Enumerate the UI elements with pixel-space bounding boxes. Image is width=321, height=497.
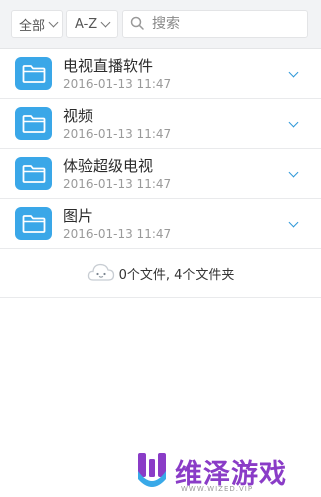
watermark-logo: 维泽游戏 WWW.WIZED.VIP <box>135 451 287 493</box>
folder-date: 2016-01-13 11:47 <box>63 227 172 241</box>
watermark-logo-icon <box>135 451 169 491</box>
search-icon <box>130 15 144 34</box>
toolbar: 全部 A-Z <box>0 0 321 48</box>
list-item[interactable]: 图片 2016-01-13 11:47 <box>0 199 321 249</box>
folder-date: 2016-01-13 11:47 <box>63 177 172 191</box>
folder-icon <box>15 107 52 140</box>
file-count-summary: 0个文件, 4个文件夹 <box>0 249 321 298</box>
folder-name: 电视直播软件 <box>63 57 154 75</box>
filter-label: 全部 <box>19 18 46 34</box>
sort-dropdown[interactable]: A-Z <box>66 10 118 38</box>
search-input[interactable] <box>150 15 294 33</box>
folder-icon <box>15 207 52 240</box>
list-item[interactable]: 视频 2016-01-13 11:47 <box>0 99 321 149</box>
folder-date: 2016-01-13 11:47 <box>63 77 172 91</box>
search-box[interactable] <box>122 10 308 38</box>
chevron-down-icon[interactable] <box>288 167 299 178</box>
folder-date: 2016-01-13 11:47 <box>63 127 172 141</box>
chevron-down-icon[interactable] <box>288 217 299 228</box>
folder-icon <box>15 157 52 190</box>
folder-name: 体验超级电视 <box>63 157 154 175</box>
watermark-subtext: WWW.WIZED.VIP <box>181 485 254 493</box>
folder-name: 视频 <box>63 107 94 125</box>
folder-icon <box>15 57 52 90</box>
chevron-down-icon <box>100 17 111 28</box>
folder-name: 图片 <box>63 207 94 225</box>
sort-label: A-Z <box>75 16 98 32</box>
chevron-down-icon <box>48 17 59 28</box>
chevron-down-icon[interactable] <box>288 117 299 128</box>
list-item[interactable]: 体验超级电视 2016-01-13 11:47 <box>0 149 321 199</box>
folder-list: 电视直播软件 2016-01-13 11:47 视频 2016-01-13 11… <box>0 49 321 249</box>
chevron-down-icon[interactable] <box>288 67 299 78</box>
summary-text: 0个文件, 4个文件夹 <box>118 267 235 283</box>
list-item[interactable]: 电视直播软件 2016-01-13 11:47 <box>0 49 321 99</box>
cloud-icon <box>87 261 115 287</box>
filter-dropdown[interactable]: 全部 <box>11 10 63 38</box>
